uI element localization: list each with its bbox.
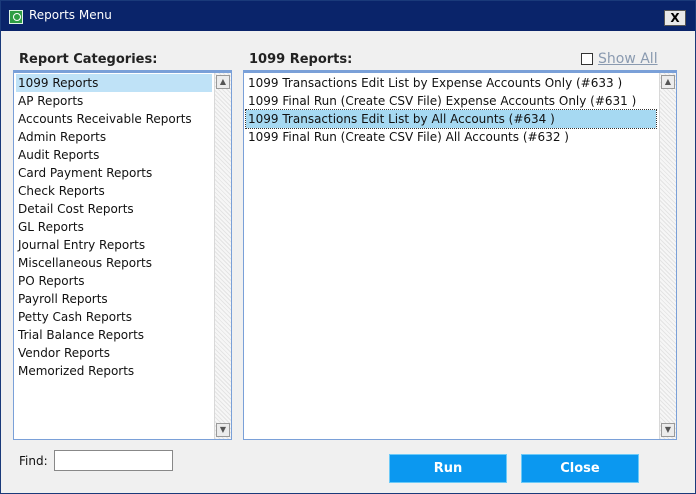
window-title: Reports Menu bbox=[29, 8, 112, 22]
report-item-0[interactable]: 1099 Transactions Edit List by Expense A… bbox=[246, 74, 656, 92]
report-item-3[interactable]: 1099 Final Run (Create CSV File) All Acc… bbox=[246, 128, 656, 146]
reports-list[interactable]: 1099 Transactions Edit List by Expense A… bbox=[243, 70, 677, 440]
category-item-3[interactable]: Admin Reports bbox=[16, 128, 212, 146]
reports-scrollbar[interactable]: ▲ ▼ bbox=[659, 73, 676, 439]
scroll-down-icon[interactable]: ▼ bbox=[216, 423, 230, 437]
category-item-4[interactable]: Audit Reports bbox=[16, 146, 212, 164]
category-item-16[interactable]: Memorized Reports bbox=[16, 362, 212, 380]
category-item-5[interactable]: Card Payment Reports bbox=[16, 164, 212, 182]
category-item-0[interactable]: 1099 Reports bbox=[16, 74, 212, 92]
close-button[interactable]: Close bbox=[521, 454, 639, 483]
show-all-checkbox[interactable] bbox=[581, 53, 593, 65]
show-all-label[interactable]: Show All bbox=[598, 51, 658, 67]
category-item-11[interactable]: PO Reports bbox=[16, 272, 212, 290]
category-item-2[interactable]: Accounts Receivable Reports bbox=[16, 110, 212, 128]
reports-menu-window: Reports Menu X Report Categories: 1099 R… bbox=[0, 0, 696, 494]
category-item-10[interactable]: Miscellaneous Reports bbox=[16, 254, 212, 272]
close-window-button[interactable]: X bbox=[664, 10, 686, 26]
find-input[interactable] bbox=[54, 450, 173, 471]
category-item-13[interactable]: Petty Cash Reports bbox=[16, 308, 212, 326]
find-label: Find: bbox=[19, 454, 48, 468]
category-item-6[interactable]: Check Reports bbox=[16, 182, 212, 200]
categories-scrollbar[interactable]: ▲ ▼ bbox=[214, 73, 231, 439]
title-bar[interactable]: Reports Menu X bbox=[1, 1, 695, 31]
scroll-up-icon[interactable]: ▲ bbox=[661, 75, 675, 89]
report-categories-label: Report Categories: bbox=[19, 52, 158, 67]
report-item-2[interactable]: 1099 Transactions Edit List by All Accou… bbox=[245, 109, 657, 129]
reports-list-label: 1099 Reports: bbox=[249, 52, 353, 67]
category-item-9[interactable]: Journal Entry Reports bbox=[16, 236, 212, 254]
category-item-8[interactable]: GL Reports bbox=[16, 218, 212, 236]
category-item-1[interactable]: AP Reports bbox=[16, 92, 212, 110]
scroll-down-icon[interactable]: ▼ bbox=[661, 423, 675, 437]
run-button[interactable]: Run bbox=[389, 454, 507, 483]
category-item-12[interactable]: Payroll Reports bbox=[16, 290, 212, 308]
app-icon bbox=[9, 10, 23, 24]
report-categories-list[interactable]: 1099 Reports AP Reports Accounts Receivabl… bbox=[13, 70, 232, 440]
report-item-1[interactable]: 1099 Final Run (Create CSV File) Expense… bbox=[246, 92, 656, 110]
category-item-14[interactable]: Trial Balance Reports bbox=[16, 326, 212, 344]
category-item-7[interactable]: Detail Cost Reports bbox=[16, 200, 212, 218]
scroll-up-icon[interactable]: ▲ bbox=[216, 75, 230, 89]
category-item-15[interactable]: Vendor Reports bbox=[16, 344, 212, 362]
